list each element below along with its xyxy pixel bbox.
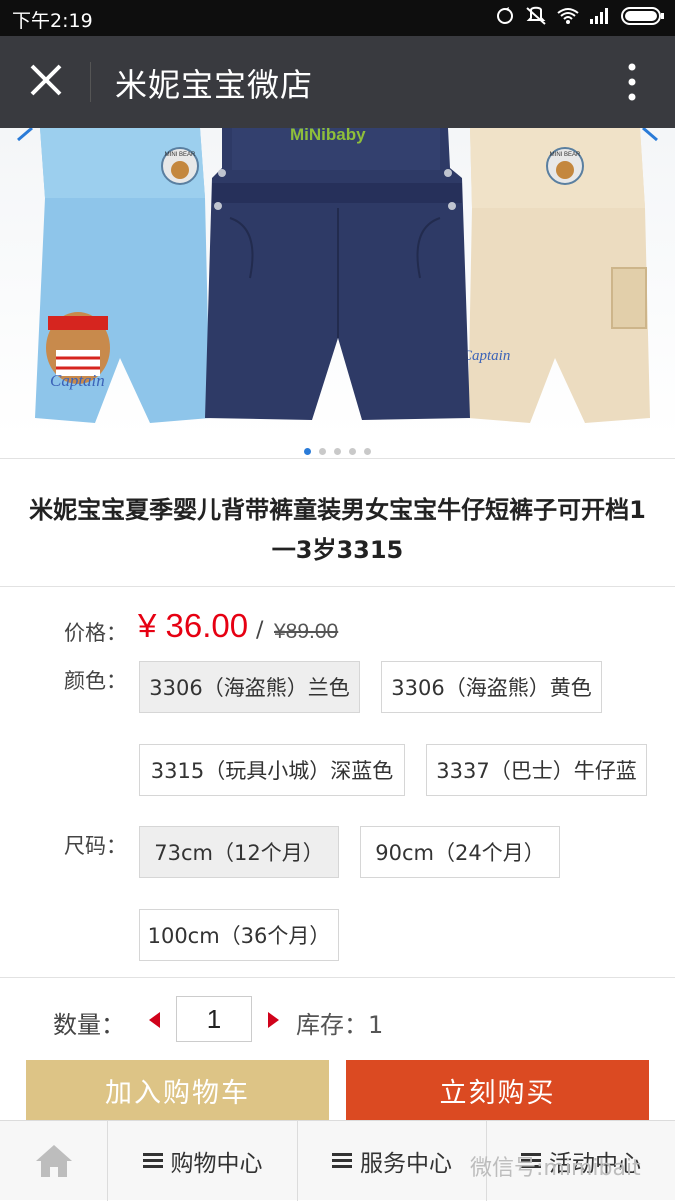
signal-icon xyxy=(590,8,608,24)
patch-text-right: MINI BEAR xyxy=(550,152,581,158)
size-label: 尺码： xyxy=(64,834,127,858)
tab-service-center[interactable]: 服务中心 xyxy=(298,1121,487,1201)
quantity-input[interactable]: 1 xyxy=(176,996,252,1042)
menu-icon xyxy=(142,1153,163,1169)
original-price: ¥89.00 xyxy=(274,620,339,643)
watermark: 微信号:mimibait xyxy=(470,1156,641,1181)
price-label: 价格： xyxy=(64,621,127,645)
embroidery-text-left: Captain xyxy=(50,371,105,390)
product-title: 米妮宝宝夏季婴儿背带裤童装男女宝宝牛仔短裤子可开档1一3岁3315 xyxy=(29,496,646,564)
menu-icon xyxy=(332,1153,352,1169)
divider xyxy=(0,458,675,459)
tab-label: 服务中心 xyxy=(360,1151,452,1177)
nav-bar: 米妮宝宝微店 xyxy=(0,36,675,128)
battery-icon xyxy=(621,7,664,25)
product-image: MINI BEAR Captain MINI BEAR Captain MiNi… xyxy=(0,128,675,438)
size-option[interactable]: 90cm（24个月） xyxy=(360,826,560,878)
color-label: 颜色： xyxy=(64,669,127,693)
color-option[interactable]: 3306（海盗熊）兰色 xyxy=(139,661,360,713)
status-bar: 下午2:19 xyxy=(0,0,675,36)
status-icons xyxy=(495,6,665,26)
divider xyxy=(0,586,675,587)
status-time: 下午2:19 xyxy=(12,10,93,32)
more-icon[interactable] xyxy=(627,62,637,102)
product-banner[interactable]: MINI BEAR Captain MINI BEAR Captain MiNi… xyxy=(0,128,675,458)
tab-shopping-center[interactable]: 购物中心 xyxy=(108,1121,298,1201)
decrease-quantity-icon[interactable] xyxy=(149,1012,160,1028)
carousel-dot[interactable] xyxy=(304,448,311,455)
divider xyxy=(0,977,675,978)
home-icon xyxy=(36,1145,72,1177)
carousel-dot[interactable] xyxy=(319,448,326,455)
price-separator: / xyxy=(256,618,264,643)
wifi-icon xyxy=(557,8,579,24)
carousel-dot[interactable] xyxy=(334,448,341,455)
tab-label: 购物中心 xyxy=(170,1151,263,1177)
carousel-dot[interactable] xyxy=(364,448,371,455)
home-tab[interactable] xyxy=(0,1121,108,1201)
size-option[interactable]: 100cm（36个月） xyxy=(139,909,339,961)
increase-quantity-icon[interactable] xyxy=(268,1012,279,1028)
color-option[interactable]: 3315（玩具小城）深蓝色 xyxy=(139,744,405,796)
sync-icon xyxy=(497,7,513,24)
embroidery-text-right: Captain xyxy=(462,348,510,364)
page-title: 米妮宝宝微店 xyxy=(115,66,314,104)
size-option[interactable]: 73cm（12个月） xyxy=(139,826,339,878)
nav-divider xyxy=(90,62,91,102)
carousel-dot[interactable] xyxy=(349,448,356,455)
stock-text: 库存：1 xyxy=(296,1011,384,1039)
carousel-dots[interactable] xyxy=(0,440,675,458)
color-option[interactable]: 3337（巴士）牛仔蓝 xyxy=(426,744,647,796)
price: ¥ 36.00 xyxy=(138,607,249,644)
quantity-label: 数量： xyxy=(53,1011,125,1039)
close-icon[interactable] xyxy=(24,58,68,102)
buy-now-button[interactable]: 立刻购买 xyxy=(346,1060,649,1120)
brand-text: MiNibaby xyxy=(290,128,366,144)
color-option[interactable]: 3306（海盗熊）黄色 xyxy=(381,661,602,713)
add-to-cart-button[interactable]: 加入购物车 xyxy=(26,1060,329,1120)
patch-text-left: MINI BEAR xyxy=(165,152,196,158)
mute-icon xyxy=(526,6,546,25)
